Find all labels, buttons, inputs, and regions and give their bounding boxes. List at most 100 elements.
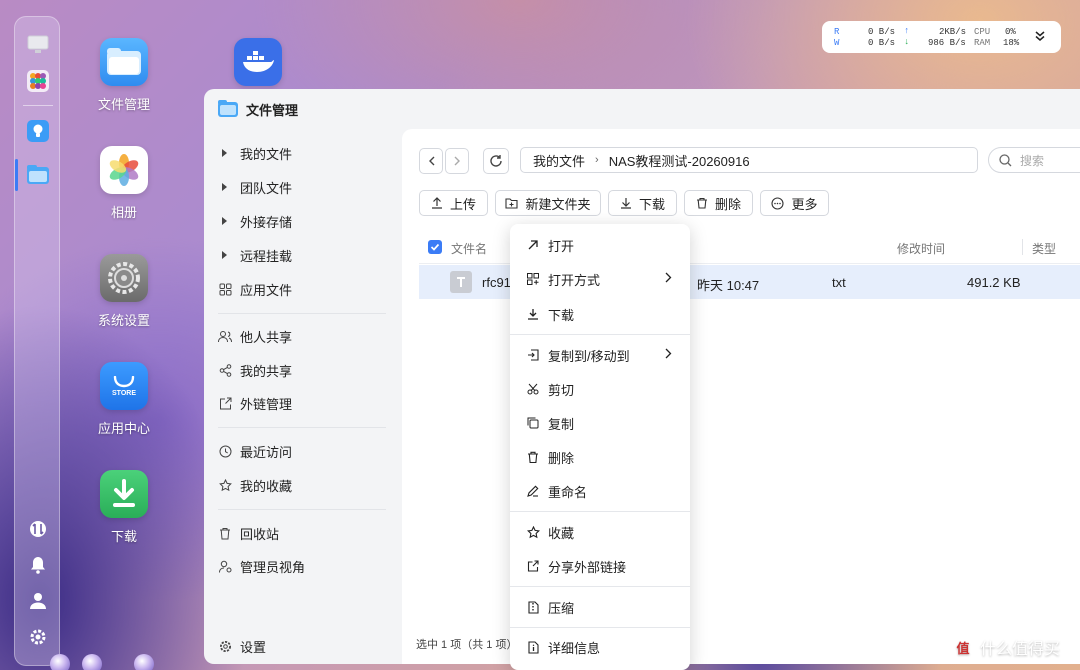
window-app-icon	[218, 100, 238, 118]
upload-icon	[431, 197, 443, 209]
share-icon	[218, 363, 232, 377]
more-icon	[771, 196, 785, 210]
store-badge: STORE	[112, 389, 136, 397]
chevron-right-icon	[454, 156, 461, 166]
download-icon	[620, 197, 632, 209]
more-button[interactable]: 更多	[760, 190, 829, 216]
chevron-left-icon	[428, 156, 435, 166]
file-type: txt	[832, 275, 846, 290]
menu-item-copy[interactable]: 复制	[510, 408, 690, 438]
desktop-icon-download[interactable]: 下载	[79, 470, 169, 545]
collapse-chevron-icon[interactable]	[1034, 30, 1046, 42]
menu-item-delete[interactable]: 删除	[510, 442, 690, 472]
menu-item-copy-move[interactable]: 复制到/移动到	[510, 340, 690, 370]
desktop-icon-photos[interactable]: 相册	[79, 146, 169, 221]
sidebar-item-remote-mount[interactable]: 远程挂载	[218, 243, 292, 267]
folder-plus-icon	[505, 197, 519, 209]
external-link-icon	[526, 559, 540, 573]
desktop-icon-label: 系统设置	[97, 313, 150, 328]
sidebar-item-label: 我的文件	[240, 146, 293, 162]
forward-button[interactable]	[445, 148, 469, 174]
sidebar-item-recycle-bin[interactable]: 回收站	[218, 521, 279, 545]
sidebar-item-app-files[interactable]: 应用文件	[218, 277, 292, 301]
menu-item-cut[interactable]: 剪切	[510, 374, 690, 404]
apps-grid-icon[interactable]	[26, 69, 50, 93]
sidebar-settings[interactable]: 设置	[218, 634, 266, 658]
clock-icon	[218, 444, 232, 458]
sidebar-item-team-files[interactable]: 团队文件	[218, 175, 292, 199]
desktop-icon-file-manager[interactable]: 文件管理	[79, 38, 169, 113]
desktop-icon-label: 文件管理	[97, 97, 150, 112]
folder-icon	[100, 38, 148, 86]
user-icon[interactable]	[26, 589, 50, 613]
desktop-icon-label: 下载	[110, 529, 137, 544]
window-titlebar[interactable]: 文件管理	[204, 89, 1080, 129]
select-all-checkbox[interactable]	[428, 240, 442, 254]
tips-icon[interactable]	[26, 119, 50, 143]
docker-icon	[234, 38, 282, 86]
status-bar: 选中 1 项（共 1 项）	[416, 639, 518, 651]
sidebar-item-label: 他人共享	[240, 329, 293, 345]
star-icon	[526, 525, 540, 539]
admin-icon	[218, 559, 232, 573]
desktop-icon-docker[interactable]	[213, 38, 303, 86]
sidebar-item-admin-view[interactable]: 管理员视角	[218, 554, 305, 578]
menu-item-open[interactable]: 打开	[510, 230, 690, 260]
main-panel: 我的文件 › NAS教程测试-20260916 搜索 上传 新建文件夹 下载 删…	[402, 129, 1080, 664]
menu-item-share-external-link[interactable]: 分享外部链接	[510, 551, 690, 581]
store-icon: STORE	[100, 362, 148, 410]
sidebar-item-external-storage[interactable]: 外接存储	[218, 209, 292, 233]
sidebar-item-label: 外接存储	[240, 214, 293, 230]
text-file-icon	[450, 271, 472, 293]
caret-right-icon	[218, 146, 232, 160]
watermark: 值 什么值得买	[952, 635, 1060, 659]
download-button[interactable]: 下载	[608, 190, 677, 216]
upload-button[interactable]: 上传	[419, 190, 488, 216]
breadcrumb-item[interactable]: 我的文件	[533, 151, 585, 170]
apps-icon	[218, 282, 232, 296]
breadcrumb-item[interactable]: NAS教程测试-20260916	[609, 151, 750, 170]
file-manager-dock-icon[interactable]	[26, 163, 50, 187]
sidebar-item-my-shares[interactable]: 我的共享	[218, 358, 292, 382]
menu-item-details[interactable]: 详细信息	[510, 632, 690, 662]
transfer-icon[interactable]	[26, 517, 50, 541]
sidebar-item-link-management[interactable]: 外链管理	[218, 391, 292, 415]
menu-item-rename[interactable]: 重命名	[510, 476, 690, 506]
column-header-type[interactable]: 类型	[1032, 240, 1056, 257]
back-button[interactable]	[419, 148, 443, 174]
monitor-icon[interactable]	[26, 33, 50, 57]
desktop-icon-system-settings[interactable]: 系统设置	[79, 254, 169, 329]
menu-item-download[interactable]: 下载	[510, 299, 690, 329]
star-icon	[218, 478, 232, 492]
menu-item-open-with[interactable]: 打开方式	[510, 264, 690, 294]
column-header-name[interactable]: 文件名	[451, 240, 487, 257]
sidebar-item-favorites[interactable]: 我的收藏	[218, 473, 292, 497]
column-header-modified[interactable]: 修改时间	[897, 240, 945, 257]
menu-item-favorite[interactable]: 收藏	[510, 517, 690, 547]
watermark-badge: 值	[952, 636, 974, 658]
refresh-button[interactable]	[483, 148, 509, 174]
search-input[interactable]: 搜索	[988, 147, 1080, 173]
file-name: rfc91	[482, 275, 511, 290]
menu-item-compress[interactable]: 压缩	[510, 592, 690, 622]
search-placeholder: 搜索	[1020, 153, 1045, 168]
cpu-label: CPU	[974, 27, 991, 37]
gear-icon[interactable]	[26, 625, 50, 649]
desktop-icon-app-center[interactable]: STORE 应用中心	[79, 362, 169, 437]
delete-button[interactable]: 删除	[684, 190, 753, 216]
sidebar-item-recent[interactable]: 最近访问	[218, 439, 292, 463]
desktop-icon-label: 相册	[110, 205, 137, 220]
zip-icon	[526, 600, 540, 614]
new-folder-button[interactable]: 新建文件夹	[495, 190, 601, 216]
cpu-value: 0%	[1005, 27, 1016, 37]
sidebar-item-label: 远程挂载	[240, 248, 293, 264]
bell-icon[interactable]	[26, 553, 50, 577]
sidebar-item-label: 最近访问	[240, 444, 293, 460]
sidebar-item-shared-with-me[interactable]: 他人共享	[218, 324, 292, 348]
resource-monitor[interactable]: R W 0 B/s 0 B/s ↑ ↓ 2KB/s 986 B/s CPU RA…	[822, 21, 1061, 53]
sidebar-item-my-files[interactable]: 我的文件	[218, 141, 292, 165]
sidebar-item-label: 管理员视角	[240, 559, 306, 575]
move-icon	[526, 348, 540, 362]
sidebar-item-label: 外链管理	[240, 396, 293, 412]
search-icon	[999, 153, 1012, 167]
